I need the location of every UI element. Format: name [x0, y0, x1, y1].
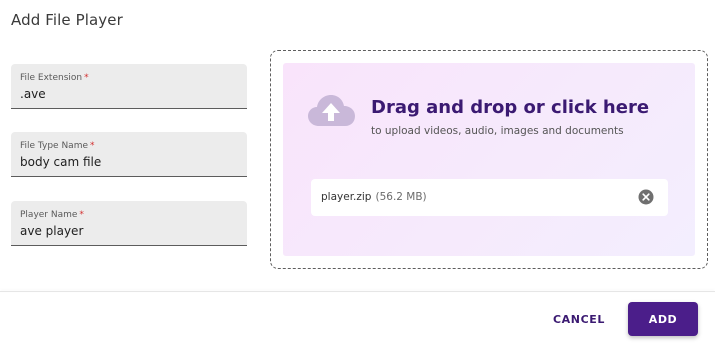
player-name-field[interactable]: Player Name * ave player — [11, 201, 247, 246]
file-type-name-field[interactable]: File Type Name * body cam file — [11, 132, 247, 177]
dialog-title: Add File Player — [11, 11, 123, 29]
player-name-value[interactable]: ave player — [20, 224, 83, 238]
dropzone-subtitle: to upload videos, audio, images and docu… — [371, 125, 624, 137]
file-extension-value[interactable]: .ave — [20, 87, 46, 101]
file-dropzone[interactable]: Drag and drop or click here to upload vi… — [270, 50, 708, 269]
required-mark: * — [79, 210, 84, 220]
close-circle-icon[interactable] — [638, 189, 654, 205]
required-mark: * — [90, 141, 95, 151]
file-extension-field[interactable]: File Extension * .ave — [11, 64, 247, 109]
dropzone-area[interactable]: Drag and drop or click here to upload vi… — [283, 63, 695, 256]
add-button[interactable]: ADD — [628, 302, 698, 336]
file-type-name-value[interactable]: body cam file — [20, 155, 101, 169]
footer-divider — [0, 291, 715, 292]
file-name-text: player.zip (56.2 MB) — [321, 191, 427, 203]
file-extension-label: File Extension * — [20, 73, 89, 83]
required-mark: * — [84, 73, 89, 83]
player-name-label: Player Name * — [20, 210, 84, 220]
cloud-upload-icon — [308, 95, 355, 126]
file-size: (56.2 MB) — [375, 191, 427, 203]
dropzone-title: Drag and drop or click here — [371, 97, 650, 118]
uploaded-file-chip: player.zip (56.2 MB) — [311, 179, 668, 216]
cancel-button[interactable]: CANCEL — [546, 305, 612, 333]
file-type-name-label: File Type Name * — [20, 141, 95, 151]
